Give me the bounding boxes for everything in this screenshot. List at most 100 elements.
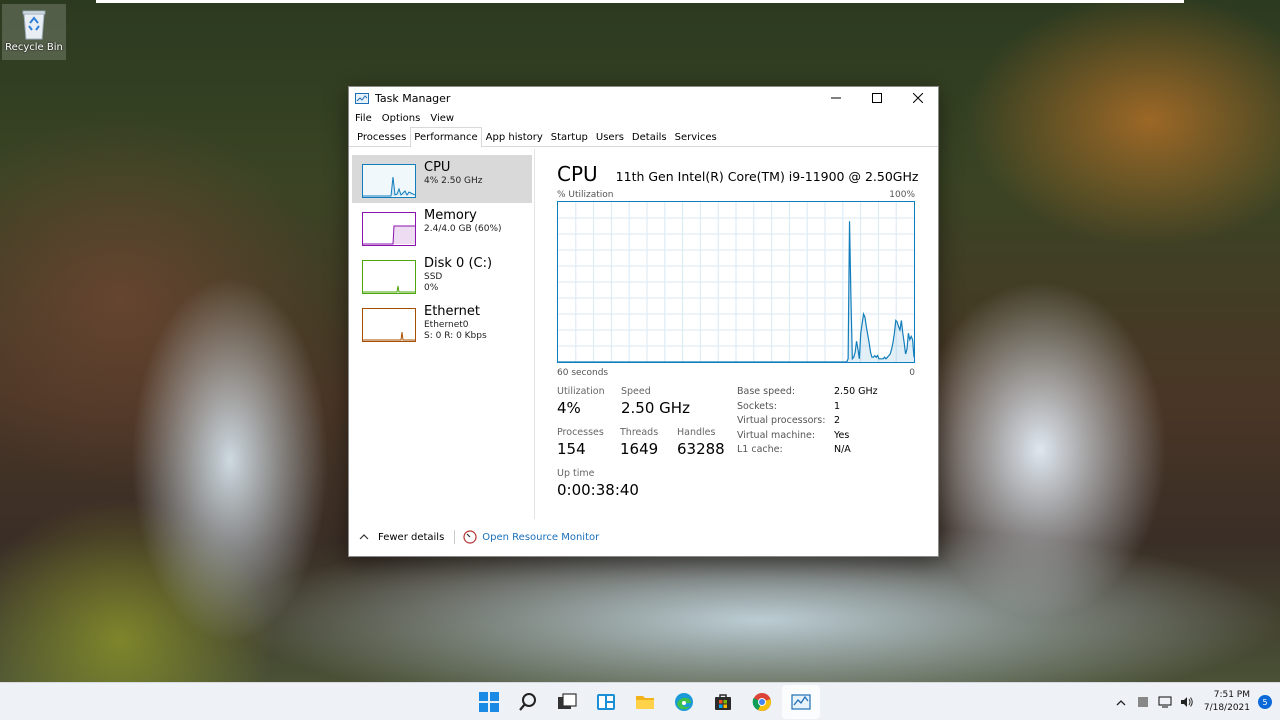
recycle-bin-label: Recycle Bin — [5, 42, 63, 53]
processes-label: Processes — [557, 427, 604, 438]
tray-app-icon[interactable] — [1132, 696, 1154, 708]
tab-performance[interactable]: Performance — [410, 127, 482, 147]
widgets-icon — [597, 694, 615, 710]
memory-thumbnail-graph — [362, 212, 416, 246]
chrome-button[interactable] — [743, 685, 781, 719]
device-ethernet-name: Ethernet — [424, 304, 480, 319]
network-button[interactable] — [1154, 696, 1176, 708]
file-explorer-icon — [636, 696, 654, 709]
device-ethernet-adapter: Ethernet0 — [424, 320, 469, 330]
tab-users[interactable]: Users — [592, 128, 628, 146]
spec-key: Virtual processors: — [737, 415, 826, 426]
spec-key: Sockets: — [737, 400, 777, 412]
cpu-title: CPU — [557, 162, 598, 186]
chevron-up-icon — [1116, 699, 1126, 705]
minimize-icon — [830, 97, 841, 99]
cpu-specs: Base speed: 2.50 GHz Sockets: 1 Virtual pr… — [737, 386, 878, 459]
fewer-details-label: Fewer details — [378, 531, 445, 543]
handles-value: 63288 — [677, 440, 725, 458]
device-list: CPU 4% 2.50 GHz Memory 2.4/4.0 GB (60%) — [349, 149, 535, 519]
menu-options[interactable]: Options — [382, 113, 421, 124]
open-resource-monitor-link[interactable]: Open Resource Monitor — [463, 530, 599, 544]
spec-value: 2 — [834, 415, 841, 426]
edge-icon — [675, 693, 693, 711]
device-cpu-sub: 4% 2.50 GHz — [424, 176, 483, 186]
close-button[interactable] — [897, 87, 938, 109]
spec-key: L1 cache: — [737, 444, 783, 455]
open-resource-monitor-label: Open Resource Monitor — [482, 531, 600, 543]
widgets-button[interactable] — [587, 685, 625, 719]
disk-thumbnail-graph — [362, 260, 416, 294]
device-memory[interactable]: Memory 2.4/4.0 GB (60%) — [352, 203, 532, 251]
start-button[interactable] — [470, 685, 508, 719]
maximize-icon — [871, 93, 882, 103]
cpu-thumbnail-graph — [362, 164, 416, 198]
clock[interactable]: 7:51 PM 7/18/2021 — [1204, 689, 1250, 715]
processes-value: 154 — [557, 440, 586, 458]
graph-time-zero-label: 0 — [909, 368, 915, 378]
utilization-label: Utilization — [557, 386, 605, 397]
close-icon — [912, 93, 923, 103]
store-icon — [715, 694, 731, 710]
device-disk[interactable]: Disk 0 (C:) SSD 0% — [352, 251, 532, 299]
network-icon — [1158, 696, 1172, 708]
search-icon — [519, 693, 536, 711]
notification-badge[interactable]: 5 — [1258, 695, 1272, 709]
spec-key: Virtual machine: — [737, 429, 816, 441]
device-disk-type: SSD — [424, 272, 443, 282]
device-disk-usage: 0% — [424, 283, 439, 293]
device-ethernet[interactable]: Ethernet Ethernet0 S: 0 R: 0 Kbps — [352, 299, 532, 347]
task-manager-app-icon — [355, 92, 369, 104]
task-manager-window: Task Manager File Options View Processes… — [348, 86, 939, 557]
fewer-details-button[interactable]: Fewer details — [359, 532, 444, 543]
device-memory-sub: 2.4/4.0 GB (60%) — [424, 224, 502, 234]
edge-button[interactable] — [665, 685, 703, 719]
tab-startup[interactable]: Startup — [547, 128, 592, 146]
volume-icon — [1180, 697, 1193, 707]
minimize-button[interactable] — [815, 87, 856, 109]
ethernet-thumbnail-graph — [362, 308, 416, 342]
chrome-icon — [752, 693, 771, 711]
threads-value: 1649 — [620, 440, 659, 458]
search-button[interactable] — [509, 685, 547, 719]
volume-button[interactable] — [1176, 696, 1198, 708]
recycle-bin[interactable]: Recycle Bin — [2, 4, 66, 60]
utilization-value: 4% — [557, 399, 581, 417]
device-memory-name: Memory — [424, 208, 477, 223]
task-manager-icon — [791, 694, 811, 710]
tab-app-history[interactable]: App history — [482, 128, 547, 146]
task-manager-taskbar-button[interactable] — [782, 685, 820, 719]
clock-date: 7/18/2021 — [1203, 703, 1250, 713]
cpu-detail-pane: CPU 11th Gen Intel(R) Core(TM) i9-11900 … — [535, 149, 938, 519]
speed-label: Speed — [621, 386, 651, 397]
task-view-button[interactable] — [548, 685, 586, 719]
tab-services[interactable]: Services — [671, 128, 721, 146]
device-disk-name: Disk 0 (C:) — [424, 256, 493, 271]
spec-value: Yes — [834, 429, 850, 441]
title-bar[interactable]: Task Manager — [349, 87, 938, 109]
tab-processes[interactable]: Processes — [353, 128, 410, 146]
tablet-icon — [1137, 697, 1148, 707]
menu-view[interactable]: View — [430, 113, 454, 124]
utilization-max-label: 100% — [889, 190, 915, 200]
menu-file[interactable]: File — [355, 113, 372, 124]
system-tray: 7:51 PM 7/18/2021 5 — [1110, 683, 1272, 720]
footer: Fewer details Open Resource Monitor — [349, 518, 938, 556]
maximize-button[interactable] — [856, 87, 897, 109]
device-cpu[interactable]: CPU 4% 2.50 GHz — [352, 155, 532, 203]
chevron-up-icon — [359, 534, 369, 540]
store-button[interactable] — [704, 685, 742, 719]
top-strip — [96, 0, 1184, 3]
cpu-model: 11th Gen Intel(R) Core(TM) i9-11900 @ 2.… — [615, 169, 919, 184]
device-cpu-name: CPU — [424, 160, 451, 175]
resource-monitor-icon — [463, 530, 477, 544]
window-title: Task Manager — [375, 91, 451, 105]
file-explorer-button[interactable] — [626, 685, 664, 719]
start-icon — [479, 692, 499, 712]
tab-details[interactable]: Details — [628, 128, 671, 146]
speed-value: 2.50 GHz — [621, 399, 690, 417]
cpu-utilization-graph — [557, 201, 915, 363]
show-hidden-icons-button[interactable] — [1110, 699, 1132, 706]
spec-value: N/A — [834, 444, 851, 455]
tab-strip: Processes Performance App history Startu… — [349, 127, 938, 147]
